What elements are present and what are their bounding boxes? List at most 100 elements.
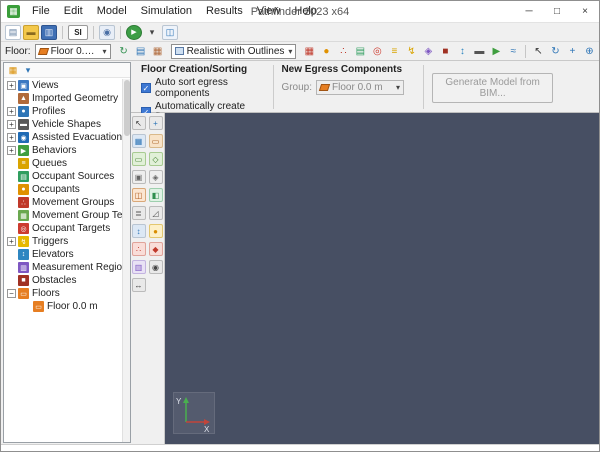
group-select-value: Floor 0.0 m <box>332 82 383 93</box>
measure-distance-tool-icon[interactable]: ↔ <box>131 278 146 292</box>
tree-scrollbar[interactable] <box>122 79 130 442</box>
tree-expander[interactable]: + <box>7 237 16 246</box>
pan-mode-icon[interactable]: + <box>564 44 580 59</box>
tree-expander[interactable]: + <box>7 120 16 129</box>
floor-select[interactable]: Floor 0.0 m ▾ <box>34 43 111 59</box>
3d-viewport[interactable]: Y X <box>165 113 599 444</box>
camera-tool-icon[interactable]: ◉ <box>148 260 163 274</box>
render-style-select[interactable]: Realistic with Outlines ▾ <box>170 43 297 59</box>
si-units-button[interactable]: SI <box>68 24 88 40</box>
refresh-floors-icon[interactable]: ↻ <box>116 44 132 59</box>
sidebar-item-profiles[interactable]: + ● Profiles <box>4 105 122 118</box>
elevators-icon: ↕ <box>18 249 29 260</box>
show-triggers-icon[interactable]: ↯ <box>403 44 419 59</box>
run-options-icon[interactable]: ▾ <box>144 25 160 40</box>
add-background-image-tool-icon[interactable]: ▦ <box>131 134 146 148</box>
door-tool-icon[interactable]: ◫ <box>131 188 146 202</box>
sidebar-item-measurement-regions[interactable]: ▥ Measurement Regions <box>4 261 130 274</box>
select-mode-icon[interactable]: ↖ <box>530 44 546 59</box>
show-measurements-icon[interactable]: ◈ <box>420 44 436 59</box>
sidebar-item-views[interactable]: + ▣ Views <box>4 79 122 92</box>
show-groups-icon[interactable]: ∴ <box>335 44 351 59</box>
sidebar-item-floors[interactable]: − ▭ Floors <box>4 287 122 300</box>
move-objects-tool-icon[interactable]: + <box>148 116 163 130</box>
zoom-mode-icon[interactable]: ⊕ <box>581 44 597 59</box>
run-simulation-icon[interactable]: ▶ <box>126 24 142 40</box>
generate-model-from-bim-button[interactable]: Generate Model from BIM... <box>432 73 553 103</box>
screenshot-icon[interactable]: ◉ <box>99 24 115 40</box>
tree-expander[interactable]: + <box>7 146 16 155</box>
show-all-floors-icon[interactable]: ▤ <box>133 44 149 59</box>
open-folder-icon[interactable]: ▬ <box>23 24 39 40</box>
sidebar-item-occupants[interactable]: ● Occupants <box>4 183 122 196</box>
sidebar-item-assisted-evacuation-teams[interactable]: + ◉ Assisted Evacuation Teams <box>4 131 130 144</box>
sidebar-item-queues[interactable]: ≡ Queues <box>4 157 122 170</box>
panel-options-icon[interactable]: ▾ <box>22 64 34 76</box>
elevator-tool-icon[interactable]: ↕ <box>131 224 146 238</box>
behaviors-icon: ▶ <box>18 145 29 156</box>
occupant-group-tool-icon[interactable]: ∴ <box>131 242 146 256</box>
show-sources-icon[interactable]: ▤ <box>352 44 368 59</box>
tree-item-label: Measurement Regions <box>32 262 130 273</box>
maximize-button[interactable]: □ <box>543 1 571 22</box>
scrollbar-thumb[interactable] <box>123 80 130 136</box>
save-icon[interactable]: ▥ <box>41 24 57 40</box>
floor-options-icon[interactable]: ▦ <box>150 44 166 59</box>
menu-item-edit[interactable]: Edit <box>57 1 90 22</box>
orbit-mode-icon[interactable]: ↻ <box>547 44 563 59</box>
sidebar-item-movement-groups[interactable]: ∴ Movement Groups <box>4 196 122 209</box>
show-behaviors-icon[interactable]: ▶ <box>488 44 504 59</box>
occupant-tool-icon[interactable]: ● <box>148 224 163 238</box>
tree-expander[interactable]: − <box>7 289 16 298</box>
menu-item-simulation[interactable]: Simulation <box>134 1 199 22</box>
tree-expander[interactable]: + <box>7 81 16 90</box>
sidebar-item-floor-0[interactable]: ▭ Floor 0.0 m <box>4 300 122 313</box>
hole-polygon-tool-icon[interactable]: ◈ <box>148 170 163 184</box>
sidebar-item-occupant-targets[interactable]: ◎ Occupant Targets <box>4 222 122 235</box>
group-select[interactable]: Floor 0.0 m ▾ <box>316 80 405 95</box>
model-views-icon[interactable]: ▦ <box>7 64 19 76</box>
tree-expander[interactable]: + <box>7 133 16 142</box>
new-file-icon[interactable]: ▤ <box>5 24 21 40</box>
sidebar-item-imported-geometry[interactable]: ▲ Imported Geometry <box>4 92 122 105</box>
ramp-tool-icon[interactable]: ◿ <box>148 206 163 220</box>
menu-item-results[interactable]: Results <box>199 1 250 22</box>
sidebar-item-movement-group-templates[interactable]: ▦ Movement Group Templates <box>4 209 130 222</box>
sidebar-item-vehicle-shapes[interactable]: + ▬ Vehicle Shapes <box>4 118 122 131</box>
group-row: Group: Floor 0.0 m ▾ <box>281 80 411 95</box>
show-occupants-icon[interactable]: ● <box>318 44 334 59</box>
show-elevators-icon[interactable]: ↕ <box>454 44 470 59</box>
minimize-button[interactable]: ─ <box>515 1 543 22</box>
show-navmesh-icon[interactable]: ▦ <box>301 44 317 59</box>
view-results-icon[interactable]: ◫ <box>162 24 178 40</box>
room-polygon-tool-icon[interactable]: ◇ <box>148 152 163 166</box>
tree-item-label: Behaviors <box>32 145 77 156</box>
show-targets-icon[interactable]: ◎ <box>369 44 385 59</box>
floor-icon <box>37 47 49 55</box>
hole-rectangle-tool-icon[interactable]: ▣ <box>131 170 146 184</box>
sidebar-item-occupant-sources[interactable]: ▤ Occupant Sources <box>4 170 122 183</box>
toolbar-icon-glyph: ▦ <box>152 45 163 57</box>
close-button[interactable]: × <box>571 1 599 22</box>
tree-item-label: Views <box>32 80 59 91</box>
stairs-tool-icon[interactable]: ≣ <box>131 206 146 220</box>
menu-item-file[interactable]: File <box>25 1 57 22</box>
sidebar-item-elevators[interactable]: ↕ Elevators <box>4 248 122 261</box>
show-vehicles-icon[interactable]: ▬ <box>471 44 487 59</box>
tree-expander[interactable]: + <box>7 107 16 116</box>
exit-door-tool-icon[interactable]: ◧ <box>148 188 163 202</box>
show-queues-icon[interactable]: ≡ <box>386 44 402 59</box>
sidebar-item-obstacles[interactable]: ■ Obstacles <box>4 274 122 287</box>
sidebar-item-behaviors[interactable]: + ▶ Behaviors <box>4 144 122 157</box>
show-paths-icon[interactable]: ≈ <box>505 44 521 59</box>
sidebar-item-triggers[interactable]: + ↯ Triggers <box>4 235 122 248</box>
menu-item-model[interactable]: Model <box>90 1 134 22</box>
room-rectangle-tool-icon[interactable]: ▭ <box>131 152 146 166</box>
waypoint-tool-icon[interactable]: ◆ <box>148 242 163 256</box>
show-obstacles-icon[interactable]: ■ <box>437 44 453 59</box>
auto-sort-checkbox[interactable]: ✓ <box>141 83 151 93</box>
new-floor-tool-icon[interactable]: ▭ <box>148 134 163 148</box>
measurement-region-tool-icon[interactable]: ▥ <box>131 260 146 274</box>
toolbar-icon-glyph: ↯ <box>407 45 416 57</box>
select-tool-icon[interactable]: ↖ <box>131 116 146 130</box>
